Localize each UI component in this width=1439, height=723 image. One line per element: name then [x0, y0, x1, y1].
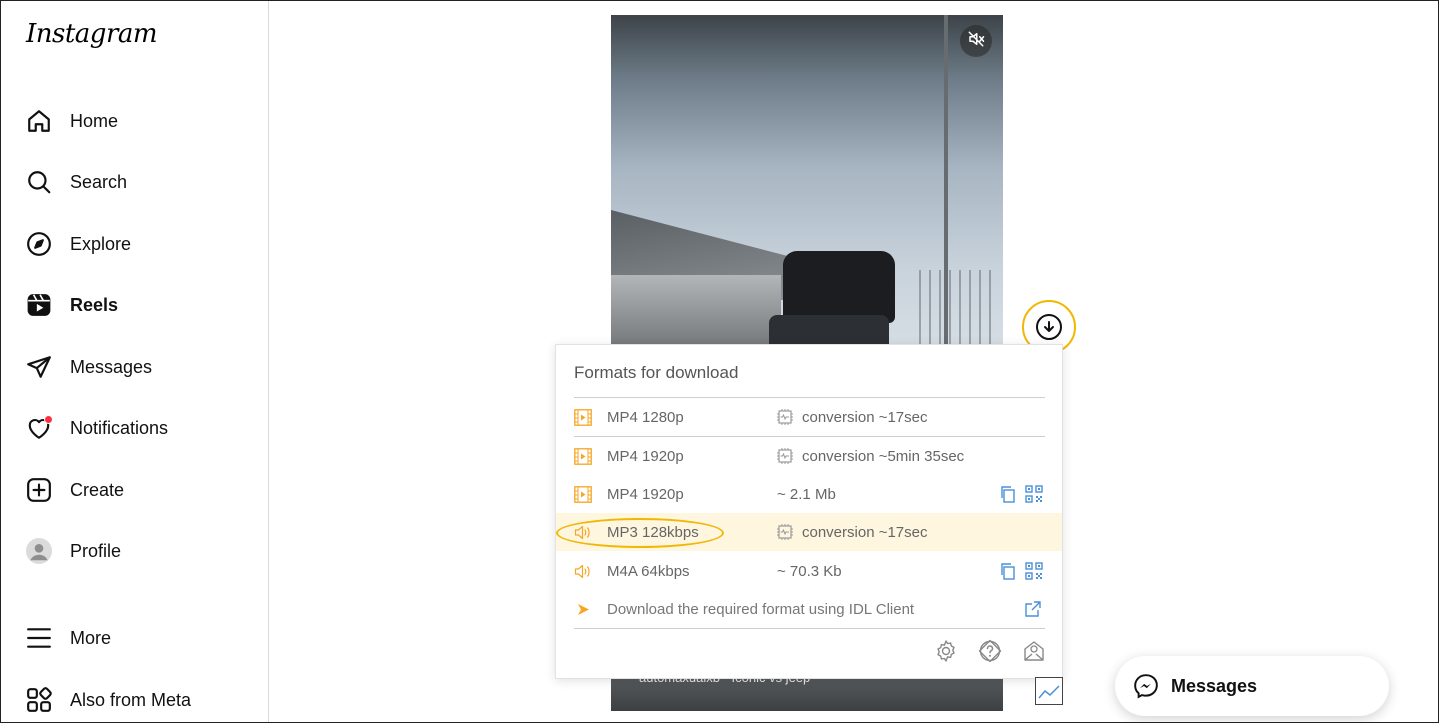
format-name: MP4 1280p — [607, 408, 684, 426]
format-info-text: ~ 2.1 Mb — [777, 485, 836, 503]
qr-code-icon[interactable] — [1025, 562, 1043, 580]
sidebar-item-label: Notifications — [70, 417, 169, 438]
sidebar-item-notifications[interactable]: Notifications — [25, 408, 168, 448]
sidebar-item-explore[interactable]: Explore — [25, 224, 131, 264]
format-row-m4a-64[interactable]: M4A 64kbps ~ 70.3 Kb — [556, 552, 1062, 590]
sidebar-item-create[interactable]: Create — [25, 470, 124, 510]
reels-icon — [25, 291, 53, 319]
format-info: conversion ~17sec — [776, 523, 928, 541]
search-icon — [25, 168, 53, 196]
copy-icon[interactable] — [999, 485, 1017, 503]
sidebar-item-label: Also from Meta — [70, 689, 192, 710]
video-file-icon — [574, 409, 592, 426]
sidebar-item-label: More — [70, 627, 112, 648]
row-actions — [1024, 600, 1042, 618]
format-name: MP4 1920p — [607, 485, 684, 503]
gear-icon[interactable] — [934, 639, 958, 663]
download-arrow-icon — [1036, 314, 1062, 340]
popup-footer — [934, 639, 1046, 663]
sidebar-item-label: Create — [70, 479, 125, 500]
sidebar-item-search[interactable]: Search — [25, 162, 127, 202]
sidebar-item-profile[interactable]: Profile — [25, 531, 121, 571]
format-row-mp4-1280[interactable]: MP4 1280p conversion ~17sec — [556, 398, 1062, 436]
format-info: conversion ~17sec — [776, 408, 928, 426]
conversion-icon — [777, 448, 793, 464]
idl-client-row[interactable]: Download the required format using IDL C… — [556, 590, 1062, 628]
format-row-mp4-1920-convert[interactable]: MP4 1920p conversion ~5min 35sec — [556, 437, 1062, 475]
row-actions — [999, 562, 1043, 580]
messenger-icon — [1134, 674, 1158, 699]
sidebar-item-label: Profile — [70, 540, 122, 561]
notification-badge — [44, 415, 53, 424]
format-info-text: conversion ~17sec — [802, 408, 928, 426]
hamburger-icon — [25, 624, 53, 652]
video-file-icon — [574, 486, 592, 503]
format-name: MP4 1920p — [607, 447, 684, 465]
play-arrow-icon — [578, 604, 589, 615]
download-formats-popup: Formats for download MP4 1280p conversio… — [555, 344, 1063, 679]
video-car-top — [783, 251, 895, 323]
video-towers — [911, 270, 996, 355]
sidebar: Instagram Home Search Explore Reels Mess… — [1, 1, 269, 722]
instagram-logo[interactable]: Instagram — [26, 19, 158, 49]
format-name: M4A 64kbps — [607, 562, 690, 580]
popup-title: Formats for download — [574, 363, 739, 382]
avatar-icon — [25, 537, 53, 565]
plus-square-icon — [25, 476, 53, 504]
mute-button[interactable] — [960, 25, 992, 57]
qr-code-icon[interactable] — [1025, 485, 1043, 503]
conversion-icon — [777, 409, 793, 425]
divider — [574, 628, 1045, 629]
sidebar-item-label: Explore — [70, 233, 132, 254]
paper-plane-icon — [25, 353, 53, 381]
format-info: conversion ~5min 35sec — [776, 447, 964, 465]
video-file-icon — [574, 448, 592, 465]
format-info-text: ~ 70.3 Kb — [777, 562, 842, 580]
video-building — [611, 275, 781, 355]
browser-frame: Instagram Home Search Explore Reels Mess… — [0, 0, 1439, 723]
sidebar-item-label: Reels — [70, 294, 119, 315]
extension-thumbnail[interactable] — [1035, 677, 1063, 705]
heart-icon — [25, 414, 53, 442]
sidebar-item-label: Search — [70, 171, 128, 192]
sidebar-item-messages[interactable]: Messages — [25, 347, 152, 387]
row-actions — [999, 485, 1043, 503]
external-link-icon[interactable] — [1024, 600, 1042, 618]
format-row-mp4-1920-direct[interactable]: MP4 1920p ~ 2.1 Mb — [556, 475, 1062, 513]
messages-pill-label: Messages — [1171, 675, 1258, 696]
sidebar-item-more[interactable]: More — [25, 618, 111, 658]
meta-apps-icon — [25, 686, 53, 714]
home-icon — [25, 107, 53, 135]
sidebar-item-also-from-meta[interactable]: Also from Meta — [25, 680, 191, 720]
compass-icon — [25, 230, 53, 258]
conversion-icon — [777, 524, 793, 540]
help-icon[interactable] — [978, 639, 1002, 663]
sidebar-item-home[interactable]: Home — [25, 101, 118, 141]
chart-thumbnail-icon — [1038, 685, 1060, 699]
sidebar-item-label: Home — [70, 110, 119, 131]
audio-speaker-icon — [574, 564, 590, 579]
speaker-muted-icon — [967, 30, 985, 53]
format-info-text: conversion ~5min 35sec — [802, 447, 965, 465]
sidebar-item-label: Messages — [70, 356, 153, 377]
mp3-highlight-oval — [556, 518, 724, 548]
feedback-mail-icon[interactable] — [1022, 639, 1046, 663]
sidebar-item-reels[interactable]: Reels — [25, 285, 118, 325]
copy-icon[interactable] — [999, 562, 1017, 580]
idl-client-text: Download the required format using IDL C… — [607, 600, 915, 618]
format-info-text: conversion ~17sec — [802, 523, 928, 541]
messages-pill[interactable]: Messages — [1115, 656, 1389, 716]
